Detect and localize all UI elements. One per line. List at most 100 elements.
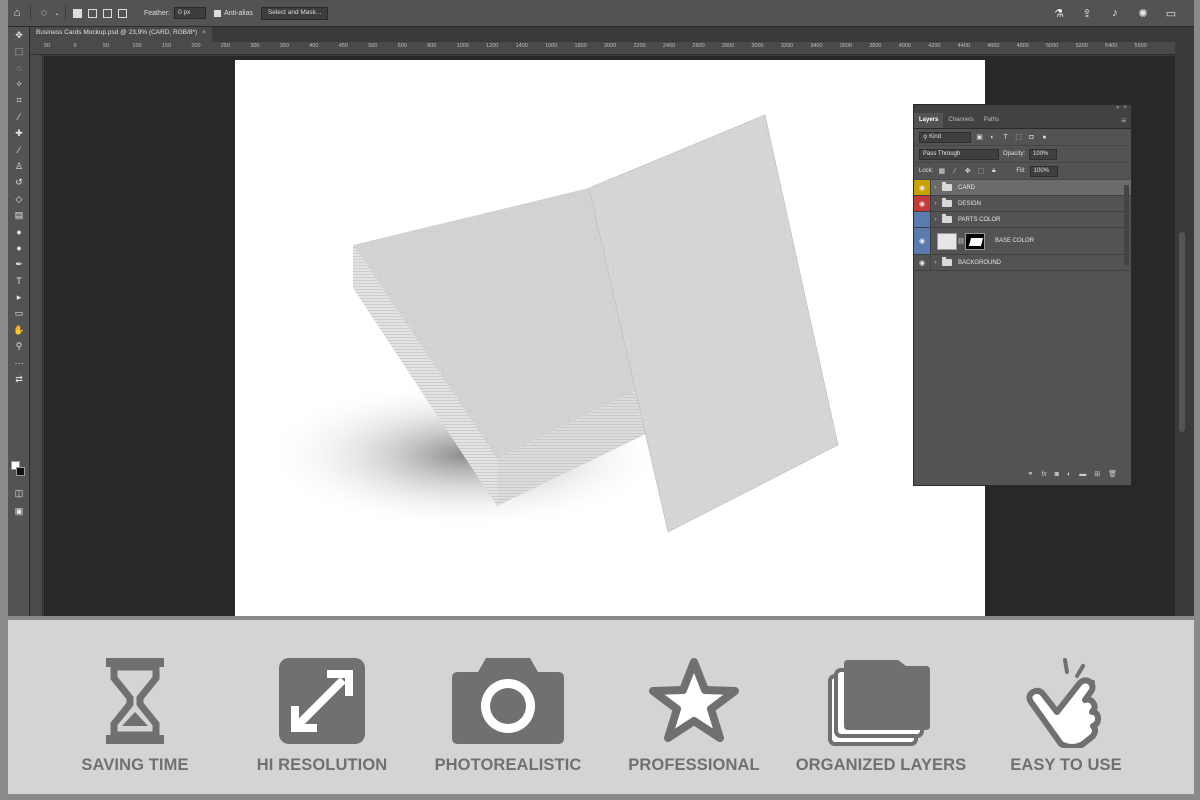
screen-mode-icon[interactable]: ▣ <box>8 503 30 519</box>
home-icon[interactable]: ⌂ <box>8 4 26 22</box>
brush-tool-icon[interactable]: ∕ <box>8 142 30 158</box>
fill-input[interactable]: 100% <box>1029 165 1058 177</box>
ruler-tick-label: 600 <box>397 43 407 49</box>
options-bar: ⌂ ◌ ⌄ Feather: 0 px Anti-alias Select an… <box>8 0 1194 27</box>
visibility-eye-icon[interactable]: ◉ <box>914 255 931 270</box>
stamp-tool-icon[interactable]: ♙ <box>8 158 30 174</box>
tab-channels[interactable]: Channels <box>943 113 978 128</box>
add-selection-icon[interactable] <box>88 8 97 18</box>
layer-base-color[interactable]: ◉ ⛓ BASE COLOR <box>914 228 1131 255</box>
layer-parts-color[interactable]: › PARTS COLOR <box>914 212 1131 228</box>
panel-menu-icon[interactable]: ≡ <box>1116 113 1131 128</box>
filter-toggle-icon[interactable]: ● <box>1040 133 1049 142</box>
new-layer-icon[interactable]: ⊞ <box>1094 470 1100 478</box>
color-swatches[interactable] <box>11 461 25 479</box>
flask-icon[interactable]: ⚗ <box>1050 4 1068 22</box>
share-icon[interactable]: ⇪ <box>1078 4 1096 22</box>
tab-paths[interactable]: Paths <box>979 113 1004 128</box>
trash-icon[interactable]: 🗑︎ <box>1108 470 1117 478</box>
lock-position-icon[interactable]: ✥ <box>963 167 972 176</box>
healing-tool-icon[interactable]: ✚ <box>8 125 30 141</box>
add-mask-icon[interactable]: ◙ <box>1055 471 1059 478</box>
swap-colors-icon[interactable]: ⇄ <box>8 371 30 387</box>
close-panel-icon[interactable]: × <box>1123 105 1127 113</box>
visibility-eye-icon[interactable] <box>914 212 931 227</box>
dodge-tool-icon[interactable]: ● <box>8 240 30 256</box>
path-select-icon[interactable]: ▸ <box>8 289 30 305</box>
more-tools-icon[interactable]: ⋯ <box>8 355 30 371</box>
mask-thumbnail[interactable] <box>965 232 985 250</box>
ruler-tick-label: 2400 <box>662 43 676 49</box>
adjustment-layer-icon[interactable]: ◐ <box>1067 471 1071 478</box>
antialias-checkbox[interactable] <box>214 9 222 17</box>
fx-icon[interactable]: fx <box>1041 471 1046 478</box>
magic-wand-tool-icon[interactable]: ✧ <box>8 76 30 92</box>
lock-transparent-icon[interactable]: ▦ <box>937 167 946 176</box>
background-color[interactable] <box>16 467 25 476</box>
eraser-tool-icon[interactable]: ◇ <box>8 191 30 207</box>
blur-tool-icon[interactable]: ● <box>8 224 30 240</box>
adjustment-filter-icon[interactable]: ◐ <box>988 133 997 142</box>
type-filter-icon[interactable]: T <box>1001 133 1010 142</box>
history-brush-icon[interactable]: ↺ <box>8 175 30 191</box>
close-icon[interactable]: × <box>202 29 206 36</box>
lock-artboard-icon[interactable]: ⬚ <box>976 167 985 176</box>
gradient-tool-icon[interactable]: ▤ <box>8 207 30 223</box>
expand-caret-icon[interactable]: › <box>931 260 940 266</box>
layer-name: BASE COLOR <box>995 238 1035 244</box>
link-icon[interactable]: ⛓ <box>957 238 965 245</box>
expand-caret-icon[interactable]: › <box>931 201 940 207</box>
lock-pixels-icon[interactable]: ∕ <box>950 167 959 176</box>
chevron-down-icon[interactable]: ⌄ <box>53 4 61 22</box>
layer-design[interactable]: ◉ › DESIGN <box>914 196 1131 212</box>
blend-mode-select[interactable]: Pass Through <box>919 148 999 160</box>
ruler-top[interactable]: 50 0 50 100 150 200 250 300 350 400 450 500 600 800 10… <box>30 42 1175 55</box>
workspace-icon[interactable]: ▭ <box>1162 4 1180 22</box>
select-and-mask-button[interactable]: Select and Mask... <box>260 6 329 20</box>
layers-scrollbar[interactable] <box>1124 185 1129 265</box>
new-selection-icon[interactable] <box>73 8 82 18</box>
crop-tool-icon[interactable]: ⌗ <box>8 93 30 109</box>
document-canvas[interactable] <box>235 60 985 616</box>
eyedropper-tool-icon[interactable]: ⁄ <box>8 109 30 125</box>
quick-mask-icon[interactable]: ◫ <box>8 485 30 501</box>
bell-icon[interactable]: ♪ <box>1106 4 1124 22</box>
shape-tool-icon[interactable]: ▭ <box>8 306 30 322</box>
marquee-tool-icon[interactable]: ⬚ <box>8 43 30 59</box>
lock-all-icon[interactable]: 🔒︎ <box>989 167 998 176</box>
smart-object-filter-icon[interactable]: ◘ <box>1027 133 1036 142</box>
scrollbar-thumb[interactable] <box>1179 232 1185 432</box>
new-group-icon[interactable]: ▬ <box>1079 471 1086 478</box>
filter-row: ⚲ Kind ▣ ◐ T ⬚ ◘ ● <box>914 129 1131 146</box>
subtract-selection-icon[interactable] <box>103 8 112 18</box>
opacity-input[interactable]: 100% <box>1029 148 1058 160</box>
hand-tap-icon <box>1026 658 1101 748</box>
link-layers-icon[interactable]: ⚭ <box>1027 470 1033 478</box>
vertical-scrollbar[interactable] <box>1175 42 1194 616</box>
zoom-tool-icon[interactable]: ⚲ <box>8 338 30 354</box>
visibility-eye-icon[interactable]: ◉ <box>914 180 931 195</box>
type-tool-icon[interactable]: T <box>8 273 30 289</box>
tab-layers[interactable]: Layers <box>914 113 944 128</box>
move-tool-icon[interactable]: ✥ <box>8 27 30 43</box>
document-tab[interactable]: Business Cards Mockup.psd @ 23,9% (CARD,… <box>30 27 213 42</box>
expand-caret-icon[interactable]: › <box>931 217 940 223</box>
pixel-filter-icon[interactable]: ▣ <box>975 133 984 142</box>
collapse-icon[interactable]: « <box>1116 105 1119 113</box>
ruler-left[interactable] <box>30 55 43 616</box>
layer-card[interactable]: ◉ › CARD <box>914 180 1131 196</box>
lightbulb-icon[interactable]: ✺ <box>1134 4 1152 22</box>
layer-background[interactable]: ◉ › BACKGROUND <box>914 255 1131 271</box>
lasso-icon[interactable]: ◌ <box>35 4 53 22</box>
pen-tool-icon[interactable]: ✒ <box>8 256 30 272</box>
lasso-tool-icon[interactable]: ◌ <box>8 60 30 76</box>
visibility-eye-icon[interactable]: ◉ <box>914 196 931 211</box>
kind-filter-select[interactable]: ⚲ Kind <box>919 131 971 143</box>
hand-tool-icon[interactable]: ✋ <box>8 322 30 338</box>
shape-filter-icon[interactable]: ⬚ <box>1014 133 1023 142</box>
intersect-selection-icon[interactable] <box>118 8 127 18</box>
feature-label: ORGANIZED LAYERS <box>795 756 967 774</box>
feather-input[interactable]: 0 px <box>174 7 207 19</box>
visibility-eye-icon[interactable]: ◉ <box>914 228 931 254</box>
expand-caret-icon[interactable]: › <box>931 185 940 191</box>
